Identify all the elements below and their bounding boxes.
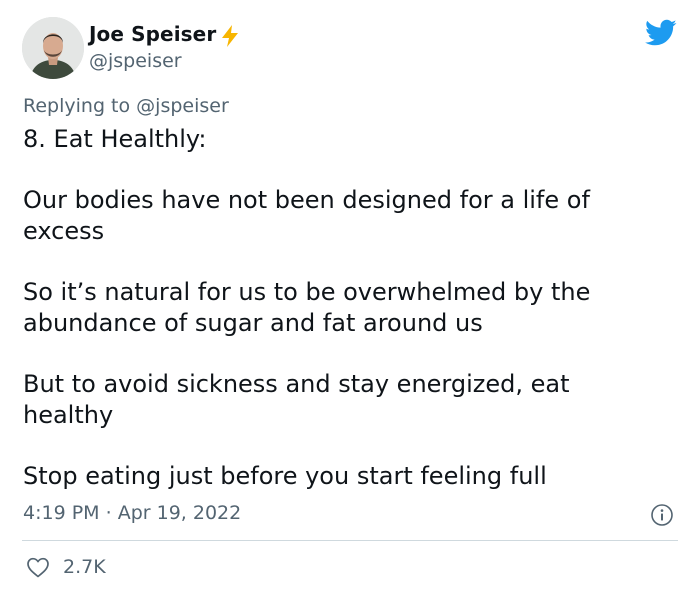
heart-icon[interactable] bbox=[26, 556, 50, 578]
tweet-card: Joe Speiser @jspeiser Replying to @jspei… bbox=[0, 0, 700, 593]
like-count[interactable]: 2.7K bbox=[63, 556, 106, 578]
display-name[interactable]: Joe Speiser bbox=[89, 22, 216, 46]
divider bbox=[22, 540, 678, 541]
meta-separator: · bbox=[105, 502, 112, 524]
avatar[interactable] bbox=[22, 17, 84, 79]
tweet-date: Apr 19, 2022 bbox=[117, 502, 242, 524]
tweet-paragraph: But to avoid sickness and stay energized… bbox=[23, 370, 570, 429]
tweet-text: 8. Eat Healthly: Our bodies have not bee… bbox=[23, 124, 663, 522]
info-icon[interactable] bbox=[650, 503, 674, 527]
avatar-photo bbox=[22, 17, 84, 79]
tweet-paragraph: So it’s natural for us to be overwhelmed… bbox=[23, 278, 591, 337]
replying-to-label: Replying to bbox=[23, 95, 131, 117]
reply-mention-link[interactable]: @jspeiser bbox=[136, 95, 229, 117]
user-handle[interactable]: @jspeiser bbox=[89, 50, 182, 72]
twitter-bird-icon[interactable] bbox=[645, 19, 677, 47]
tweet-timestamp[interactable]: 4:19 PM · Apr 19, 2022 bbox=[23, 502, 241, 524]
tweet-paragraph: 8. Eat Healthly: bbox=[23, 125, 207, 153]
tweet-paragraph: Our bodies have not been designed for a … bbox=[23, 186, 590, 245]
lightning-bolt-icon bbox=[222, 25, 238, 47]
replying-to-line: Replying to @jspeiser bbox=[23, 95, 229, 117]
tweet-time: 4:19 PM bbox=[23, 502, 100, 524]
tweet-paragraph: Stop eating just before you start feelin… bbox=[23, 462, 547, 490]
